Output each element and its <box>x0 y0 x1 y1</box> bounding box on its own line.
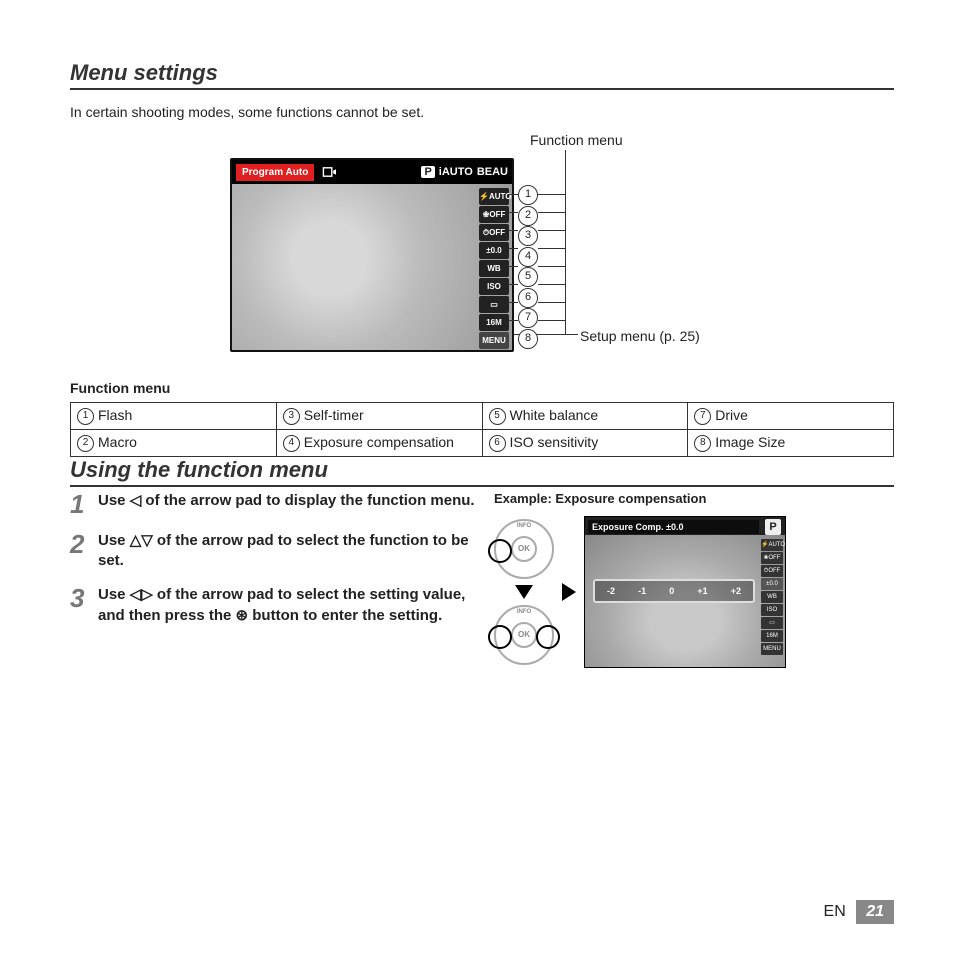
camera-lcd: Program Auto P iAUTO BEAU ⚡AUTO ❀OFF ⏱OF… <box>230 158 514 352</box>
mini-mode-p: P <box>765 519 781 535</box>
focus-ring-left-icon <box>488 539 512 563</box>
pad-info-label-2: INFO <box>517 609 531 615</box>
label-function-menu: Function menu <box>530 132 623 148</box>
function-menu-strip: ⚡AUTO ❀OFF ⏱OFF ±0.0 WB AUTO ISO AUTO ▭ … <box>479 188 509 350</box>
icon-drive: ▭ <box>479 296 509 313</box>
pad-info-label: INFO <box>517 523 531 529</box>
callout-8: 8 <box>518 329 538 349</box>
callout-3: 3 <box>518 226 538 246</box>
icon-iso: ISO AUTO <box>479 278 509 295</box>
step-3: 3 Use ◁▷ of the arrow pad to select the … <box>70 585 480 626</box>
page-footer: EN 21 <box>824 900 894 924</box>
icon-size: 16M <box>479 314 509 331</box>
arrow-right-icon <box>562 583 576 601</box>
pad-ok-label: OK <box>511 536 537 562</box>
ev-scale: -2-10+1+2 <box>593 579 755 603</box>
example-column: Example: Exposure compensation INFO OK I… <box>494 491 894 668</box>
camera-mode-icon <box>322 165 336 179</box>
function-menu-diagram: Function menu Setup menu (p. 25) Program… <box>70 138 894 368</box>
callout-4: 4 <box>518 247 538 267</box>
label-setup-menu: Setup menu (p. 25) <box>580 328 700 344</box>
mode-icons-row: P iAUTO BEAU <box>336 166 512 178</box>
triangle-left-icon: ◁ <box>130 491 142 511</box>
mini-title: Exposure Comp. ±0.0 <box>588 520 759 534</box>
callout-2: 2 <box>518 206 538 226</box>
mini-lcd: Exposure Comp. ±0.0 P -2-10+1+2 ⚡AUTO❀OF… <box>584 516 786 668</box>
step-1: 1 Use ◁ of the arrow pad to display the … <box>70 491 480 517</box>
focus-ring-right-icon <box>536 625 560 649</box>
callout-7: 7 <box>518 308 538 328</box>
icon-wb: WB AUTO <box>479 260 509 277</box>
arrow-pad-top: INFO OK <box>494 519 554 579</box>
arrow-pad-bottom: INFO OK <box>494 605 554 665</box>
footer-page-number: 21 <box>856 900 894 924</box>
callout-1: 1 <box>518 185 538 205</box>
section-title-using-function-menu: Using the function menu <box>70 457 894 487</box>
callout-5: 5 <box>518 267 538 287</box>
section-title-menu-settings: Menu settings <box>70 60 894 90</box>
callout-numbers: 1 2 3 4 5 6 7 8 <box>518 185 538 349</box>
mini-side-icons: ⚡AUTO❀OFF⏱OFF±0.0WB AUTOISO AUTO▭16MMENU <box>761 539 783 656</box>
step-2: 2 Use △▽ of the arrow pad to select the … <box>70 531 480 572</box>
function-menu-table: 1Flash 3Self-timer 5White balance 7Drive… <box>70 402 894 457</box>
focus-ring-left-icon-2 <box>488 625 512 649</box>
footer-lang: EN <box>824 903 846 920</box>
arrow-down-icon <box>515 585 533 599</box>
icon-macro: ❀OFF <box>479 206 509 223</box>
intro-text: In certain shooting modes, some function… <box>70 104 894 120</box>
icon-flash: ⚡AUTO <box>479 188 509 205</box>
fn-table-heading: Function menu <box>70 380 894 396</box>
pad-ok-label-2: OK <box>511 622 537 648</box>
icon-exposure: ±0.0 <box>479 242 509 259</box>
triangle-up-down-icon: △▽ <box>130 531 153 551</box>
icon-menu: MENU <box>479 332 509 349</box>
steps-column: 1 Use ◁ of the arrow pad to display the … <box>70 491 480 640</box>
mode-label: Program Auto <box>236 164 314 181</box>
sample-photo <box>232 184 512 350</box>
example-title: Example: Exposure compensation <box>494 491 894 506</box>
triangle-left-right-icon: ◁▷ <box>130 585 153 605</box>
callout-6: 6 <box>518 288 538 308</box>
icon-selftimer: ⏱OFF <box>479 224 509 241</box>
